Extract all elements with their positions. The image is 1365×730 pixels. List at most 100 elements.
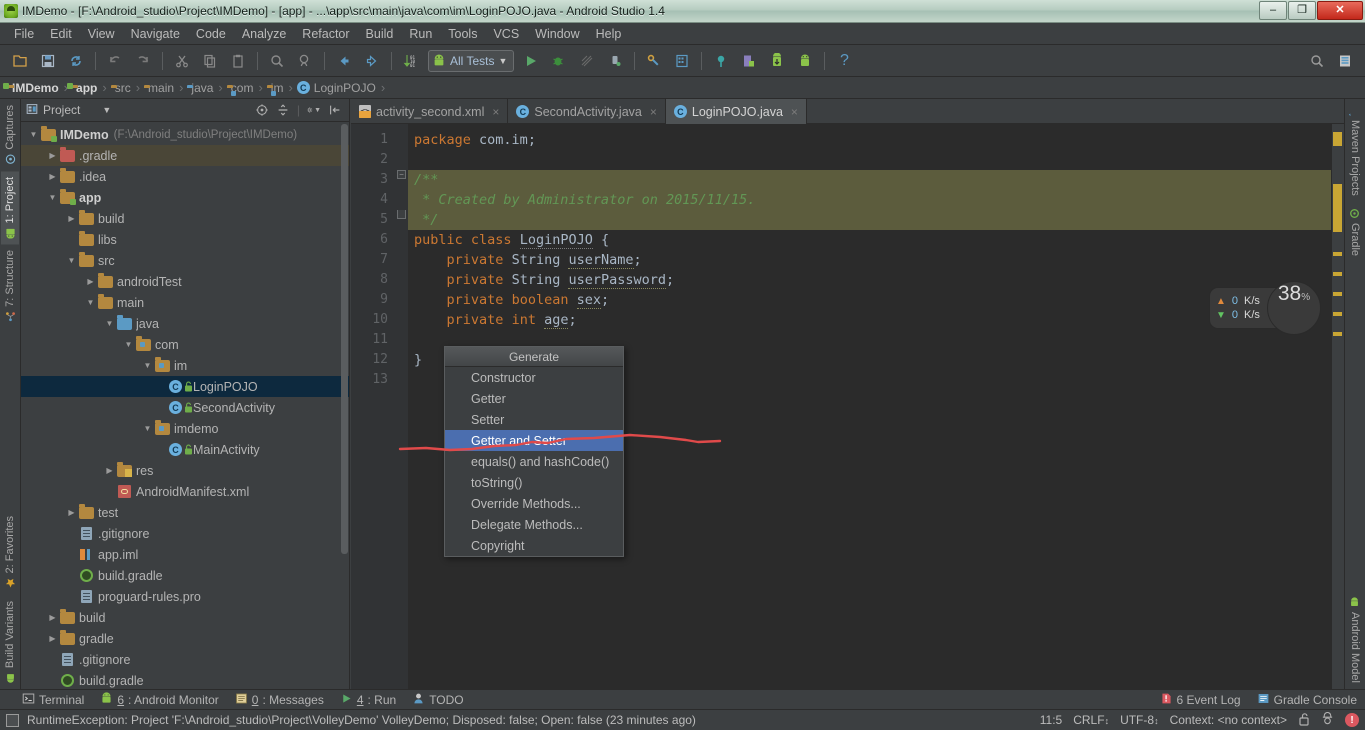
- breadcrumb-item-im[interactable]: im: [265, 81, 289, 95]
- line-number[interactable]: 9: [351, 290, 396, 310]
- line-separator[interactable]: CRLF↕: [1073, 713, 1109, 727]
- sync-icon[interactable]: [65, 50, 87, 72]
- help-button[interactable]: ?: [833, 50, 855, 72]
- project-tree[interactable]: ▼IMDemo(F:\Android_studio\Project\IMDemo…: [21, 122, 349, 689]
- line-number[interactable]: 4: [351, 190, 396, 210]
- code-folding-gutter[interactable]: −: [396, 124, 408, 689]
- tree-node-imdemo[interactable]: ▼IMDemo(F:\Android_studio\Project\IMDemo…: [21, 124, 349, 145]
- editor-tab-activity-second-xml[interactable]: <>activity_second.xml×: [351, 99, 508, 124]
- tool-window-button-todo[interactable]: TODO: [412, 692, 463, 708]
- tree-expand-arrow[interactable]: ▶: [103, 464, 116, 477]
- tree-node-secondactivity[interactable]: CSecondActivity: [21, 397, 349, 418]
- cut-icon[interactable]: [171, 50, 193, 72]
- breadcrumb-item-java[interactable]: java: [185, 81, 218, 95]
- generate-item-equals-and-hashcode[interactable]: equals() and hashCode(): [445, 451, 623, 472]
- tree-node-build-gradle[interactable]: build.gradle: [21, 565, 349, 586]
- tree-expand-arrow[interactable]: ▶: [46, 632, 59, 645]
- line-number[interactable]: 8: [351, 270, 396, 290]
- stripe-marker[interactable]: [1333, 252, 1342, 256]
- status-message[interactable]: RuntimeException: Project 'F:\Android_st…: [27, 713, 696, 727]
- tree-node-res[interactable]: ▶res: [21, 460, 349, 481]
- find-icon[interactable]: [266, 50, 288, 72]
- generate-item-override-methods[interactable]: Override Methods...: [445, 493, 623, 514]
- device-manager-icon[interactable]: [738, 50, 760, 72]
- chevron-down-icon[interactable]: ▼: [102, 105, 111, 115]
- encoding[interactable]: UTF-8↕: [1120, 713, 1159, 727]
- debug-icon[interactable]: [548, 50, 570, 72]
- code-line[interactable]: private int age;: [408, 310, 1344, 330]
- stripe-marker[interactable]: [1333, 312, 1342, 316]
- breadcrumb-item-loginpojo[interactable]: CLoginPOJO: [295, 81, 381, 95]
- scroll-from-source-icon[interactable]: [255, 103, 270, 118]
- error-stripe-marker-bar[interactable]: [1331, 124, 1344, 689]
- tree-node-main[interactable]: ▼main: [21, 292, 349, 313]
- tree-expand-arrow[interactable]: ▶: [65, 212, 78, 225]
- tree-node-com[interactable]: ▼com: [21, 334, 349, 355]
- code-line[interactable]: private String userName;: [408, 250, 1344, 270]
- inspection-icon[interactable]: [6, 714, 19, 727]
- menu-window[interactable]: Window: [527, 25, 587, 43]
- tree-expand-arrow[interactable]: ▼: [65, 254, 78, 267]
- tree-node-build[interactable]: ▶build: [21, 208, 349, 229]
- sync-gradle-icon[interactable]: [766, 50, 788, 72]
- tree-node-im[interactable]: ▼im: [21, 355, 349, 376]
- attach-debugger-icon[interactable]: [604, 50, 626, 72]
- paste-icon[interactable]: [227, 50, 249, 72]
- layout-inspector-icon[interactable]: [1334, 50, 1356, 72]
- undo-icon[interactable]: [104, 50, 126, 72]
- generate-popup[interactable]: Generate ConstructorGetterSetterGetter a…: [444, 346, 624, 557]
- coverage-icon[interactable]: [576, 50, 598, 72]
- generate-item-constructor[interactable]: Constructor: [445, 367, 623, 388]
- breadcrumb-item-com[interactable]: com: [225, 81, 259, 95]
- hector-icon[interactable]: [1321, 712, 1334, 729]
- menu-build[interactable]: Build: [358, 25, 402, 43]
- settings-gear-icon[interactable]: ▼: [306, 103, 321, 118]
- tree-node-test[interactable]: ▶test: [21, 502, 349, 523]
- tree-node-build[interactable]: ▶build: [21, 607, 349, 628]
- stripe-marker[interactable]: [1333, 292, 1342, 296]
- close-tab-icon[interactable]: ×: [492, 105, 499, 119]
- open-project-icon[interactable]: [9, 50, 31, 72]
- tree-node-androidtest[interactable]: ▶androidTest: [21, 271, 349, 292]
- tree-node-gitignore[interactable]: .gitignore: [21, 523, 349, 544]
- tree-expand-arrow[interactable]: ▶: [46, 611, 59, 624]
- code-line[interactable]: [408, 150, 1344, 170]
- redo-icon[interactable]: [132, 50, 154, 72]
- line-number[interactable]: 6: [351, 230, 396, 250]
- line-number[interactable]: 13: [351, 370, 396, 390]
- run-configuration-selector[interactable]: All Tests ▼: [428, 50, 514, 72]
- generate-item-tostring[interactable]: toString(): [445, 472, 623, 493]
- tree-node-app[interactable]: ▼app: [21, 187, 349, 208]
- menu-tools[interactable]: Tools: [440, 25, 485, 43]
- tree-node-app-iml[interactable]: app.iml: [21, 544, 349, 565]
- breadcrumb-item-app[interactable]: app: [70, 81, 102, 95]
- back-icon[interactable]: [333, 50, 355, 72]
- replace-icon[interactable]: [294, 50, 316, 72]
- tree-node-gradle[interactable]: ▶.gradle: [21, 145, 349, 166]
- left-tool-tab-captures[interactable]: Captures: [1, 99, 19, 171]
- menu-file[interactable]: File: [6, 25, 42, 43]
- menu-view[interactable]: View: [80, 25, 123, 43]
- breadcrumb-item-imdemo[interactable]: IMDemo: [6, 81, 64, 95]
- tree-expand-arrow[interactable]: ▼: [84, 296, 97, 309]
- generate-item-getter-and-setter[interactable]: Getter and Setter: [445, 430, 623, 451]
- right-tool-tab-gradle[interactable]: Gradle: [1346, 202, 1364, 262]
- tree-node-java[interactable]: ▼java: [21, 313, 349, 334]
- line-number[interactable]: 10: [351, 310, 396, 330]
- tree-node-idea[interactable]: ▶.idea: [21, 166, 349, 187]
- menu-run[interactable]: Run: [401, 25, 440, 43]
- stripe-marker[interactable]: [1333, 184, 1342, 232]
- line-number[interactable]: 11: [351, 330, 396, 350]
- hide-panel-icon[interactable]: [327, 103, 342, 118]
- project-tree-scrollbar[interactable]: [341, 124, 348, 554]
- line-number[interactable]: 2: [351, 150, 396, 170]
- avd-icon[interactable]: [794, 50, 816, 72]
- tree-expand-arrow[interactable]: ▶: [84, 275, 97, 288]
- left-tool-tab-build-variants[interactable]: Build Variants: [1, 595, 19, 689]
- editor-tab-secondactivity-java[interactable]: CSecondActivity.java×: [508, 99, 665, 124]
- stripe-marker[interactable]: [1333, 332, 1342, 336]
- tree-expand-arrow[interactable]: ▶: [46, 170, 59, 183]
- left-tool-tab-2-favorites[interactable]: 2: Favorites: [1, 510, 19, 594]
- code-line[interactable]: package com.im;: [408, 130, 1344, 150]
- menu-vcs[interactable]: VCS: [485, 25, 527, 43]
